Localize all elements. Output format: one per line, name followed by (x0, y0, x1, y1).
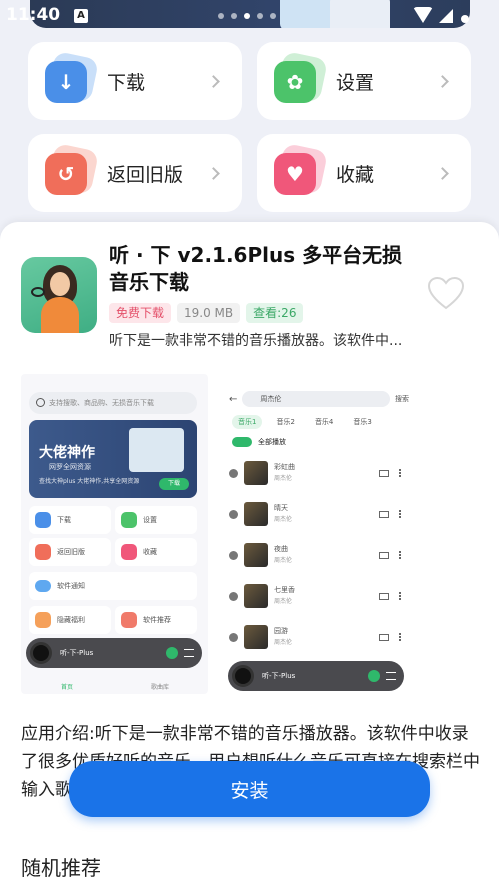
screenshot-tabs: 音乐1 音乐2 音乐4 音乐3 (232, 415, 378, 429)
gear-icon: ✿ (274, 50, 329, 105)
banner-indicator (218, 13, 276, 19)
wifi-icon (413, 7, 433, 23)
app-screenshot-2[interactable]: ← 周杰伦 搜索 音乐1 音乐2 音乐4 音乐3 全部播放 彩虹曲 周杰伦 晴天周… (225, 374, 412, 694)
screenshot-song: 园游 周杰伦 (229, 620, 407, 654)
chevron-right-icon (207, 74, 220, 88)
undo-icon: ↺ (45, 142, 100, 197)
screenshot-play-all: 全部播放 (232, 437, 286, 447)
chevron-right-icon (436, 166, 449, 180)
app-screenshot-1[interactable]: 支持搜歌、商品购、无损音乐下载 大佬神作 网罗全网资源 查找大神plus 大佬神… (21, 374, 208, 694)
app-tags: 免费下载 19.0 MB 查看:26 (109, 303, 304, 323)
screenshot-item: 下载 (29, 506, 111, 534)
app-detail-sheet: 听 · 下 v2.1.6Plus 多平台无损音乐下载 免费下载 19.0 MB … (0, 222, 499, 887)
menu-old-version-label: 返回旧版 (107, 163, 184, 186)
install-button[interactable]: 安装 (69, 761, 430, 817)
screenshot-song: 七里香 周杰伦 (229, 579, 407, 613)
search-bar: 支持搜歌、商品购、无损音乐下载 (29, 392, 197, 414)
menu-settings[interactable]: ✿ 设置 (257, 42, 471, 120)
status-a-icon: A (74, 9, 88, 23)
screenshot-item: 设置 (115, 506, 197, 534)
menu-download-label: 下载 (107, 71, 146, 94)
screenshot-player: 听-下-Plus (228, 661, 404, 691)
status-time: 11:40 (6, 5, 61, 25)
menu-old-version[interactable]: ↺ 返回旧版 (28, 134, 242, 212)
screenshot-player: 听-下-Plus (26, 638, 202, 668)
menu-favorites-label: 收藏 (336, 163, 375, 186)
size-tag: 19.0 MB (177, 303, 241, 323)
screenshot-notice: 软件通知 (29, 572, 197, 600)
background-page: 11:40 A ↓ 下载 ✿ 设置 ↺ 返回旧版 ♥ 收藏 (0, 0, 499, 240)
screenshot-item: 返回旧版 (29, 538, 111, 566)
app-short-desc: 听下是一款非常不错的音乐播放器。该软件中... (109, 333, 403, 349)
recommend-title: 随机推荐 (21, 856, 101, 880)
download-icon: ↓ (45, 50, 100, 105)
views-tag: 查看:26 (246, 303, 304, 323)
heart-icon: ♥ (274, 142, 329, 197)
screenshot-item: 隐藏福利 (29, 606, 111, 634)
status-icons (413, 7, 469, 23)
battery-icon (461, 15, 469, 23)
screenshot-item: 软件推荐 (115, 606, 197, 634)
app-icon (21, 257, 97, 333)
free-download-tag: 免费下载 (109, 303, 172, 323)
signal-icon (439, 9, 453, 23)
screenshot-song: 夜曲 周杰伦 (229, 538, 407, 572)
menu-settings-label: 设置 (336, 71, 375, 94)
screenshot-song: 彩虹曲 周杰伦 (229, 456, 407, 490)
menu-favorites[interactable]: ♥ 收藏 (257, 134, 471, 212)
app-title: 听 · 下 v2.1.6Plus 多平台无损音乐下载 (109, 243, 403, 294)
chevron-right-icon (207, 166, 220, 180)
screenshot-banner: 大佬神作 网罗全网资源 查找大神plus 大佬神作,共享全网资源 下载 (29, 420, 197, 498)
screenshot-nav: 首页 歌曲库 (61, 684, 170, 691)
menu-download[interactable]: ↓ 下载 (28, 42, 242, 120)
screenshot-search: ← 周杰伦 搜索 (229, 390, 409, 408)
screenshot-song: 晴天 周杰伦 (229, 497, 407, 531)
chevron-right-icon (436, 74, 449, 88)
favorite-heart-icon[interactable] (428, 277, 464, 311)
screenshot-item: 收藏 (115, 538, 197, 566)
